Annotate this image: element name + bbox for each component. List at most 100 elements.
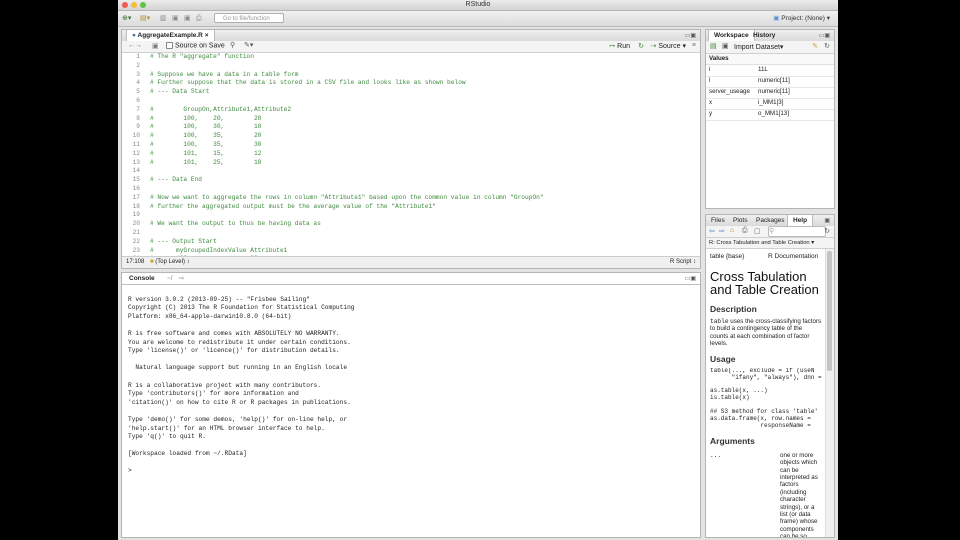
tab-history[interactable]: History — [748, 30, 780, 41]
open-project-icon[interactable]: ▤▾ — [140, 14, 150, 23]
code-line[interactable]: 2 — [122, 62, 700, 71]
clear-workspace-icon[interactable]: ✎ — [812, 42, 818, 50]
values-section-header: Values — [706, 54, 834, 65]
workspace-row[interactable]: l numeric[11] — [706, 76, 834, 88]
line-number: 18 — [132, 202, 140, 210]
code-line[interactable]: 3 # Suppose we have a data in a table for… — [122, 71, 700, 80]
new-file-icon[interactable]: ⊕▾ — [122, 14, 131, 23]
scope-label: (Top Level) — [155, 259, 185, 265]
code-line[interactable]: 1 # The R "aggregate" function — [122, 53, 700, 62]
run-label: Run — [617, 43, 630, 50]
goto-file-input[interactable]: Go to file/function — [214, 13, 284, 23]
pane-minmax-icon[interactable]: ▭▣ — [819, 32, 830, 39]
help-description-heading: Description — [710, 304, 757, 314]
code-line[interactable]: 13 # 101, 25, 18 — [122, 159, 700, 168]
code-line[interactable]: 22 # --- Output Start — [122, 238, 700, 247]
search-icon[interactable]: ⚲ — [230, 41, 235, 49]
menu-icon[interactable]: ≡ — [692, 42, 696, 49]
code-line[interactable]: 5 # --- Data Start — [122, 88, 700, 97]
usage-line: "ifany", "always"), dnn = — [710, 373, 822, 381]
arrow-right-icon[interactable]: ⇨ — [174, 273, 189, 284]
help-argument-row: ... one or more objects which can be int… — [710, 452, 822, 537]
run-button[interactable]: ↦ Run — [609, 42, 630, 50]
code-text: # Now we want to aggregate the rows in c… — [150, 193, 544, 201]
help-scrollbar[interactable] — [825, 249, 834, 537]
code-line[interactable]: 4 # Further suppose that the data is stor… — [122, 79, 700, 88]
tab-help[interactable]: Help — [787, 215, 814, 226]
print-icon[interactable]: ⎙ — [196, 14, 202, 23]
code-line[interactable]: 23 # myGroupedIndexValue Attribute1 — [122, 247, 700, 256]
refresh-icon[interactable]: ↻ — [824, 227, 830, 235]
print-icon[interactable]: ⎙ — [742, 227, 748, 235]
refresh-icon[interactable]: ↻ — [824, 42, 830, 50]
help-topic-select[interactable]: R: Cross Tabulation and Table Creation ▾ — [706, 238, 834, 249]
tab-files[interactable]: Files — [706, 215, 730, 226]
workspace-row[interactable]: i 11L — [706, 65, 834, 77]
code-line[interactable]: 9 # 100, 30, 10 — [122, 123, 700, 132]
back-arrow-icon[interactable]: ⇦ — [709, 227, 715, 235]
popout-icon[interactable]: ▢ — [754, 227, 761, 235]
save-all-icon[interactable]: ▣ — [184, 14, 191, 23]
file-type-selector[interactable]: R Script ↕ — [670, 257, 696, 268]
code-editor[interactable]: 1 # The R "aggregate" function 2 3 # Suppose… — [122, 53, 700, 256]
line-number: 11 — [132, 140, 140, 148]
code-line[interactable]: 19 — [122, 211, 700, 220]
workspace-values-list: i 11L l numeric[11] server_useage numeric[11]… — [706, 65, 834, 208]
workspace-row[interactable]: x i_MM1[3] — [706, 98, 834, 110]
save-workspace-icon[interactable]: ▣ — [722, 42, 729, 50]
cursor-position: 17:108 — [126, 259, 145, 265]
pane-minmax-icon[interactable]: ▣ — [824, 217, 830, 224]
forward-arrow-icon[interactable]: ⇨ — [719, 227, 725, 235]
open-file-icon[interactable]: ▥ — [160, 14, 167, 23]
close-icon[interactable]: × — [203, 32, 209, 39]
load-workspace-icon[interactable]: ▤ — [710, 42, 717, 50]
code-line[interactable]: 15 # --- Data End — [122, 176, 700, 185]
line-number: 4 — [136, 79, 140, 87]
tab-plots[interactable]: Plots — [728, 215, 752, 226]
source-button[interactable]: ⇢ Source ▾ — [651, 42, 686, 50]
import-dataset-button[interactable]: Import Dataset▾ — [734, 43, 783, 51]
project-menu[interactable]: ▣ Project: (None) ▾ — [773, 14, 830, 23]
code-line[interactable]: 17 # Now we want to aggregate the rows in… — [122, 194, 700, 203]
console-prompt[interactable]: > — [128, 467, 694, 476]
save-icon[interactable]: ▣ — [172, 14, 179, 23]
rerun-icon[interactable]: ↻ — [638, 42, 644, 50]
code-line[interactable]: 7 # GroupOn,Attribute1,Attribute2 — [122, 106, 700, 115]
code-line[interactable]: 6 — [122, 97, 700, 106]
back-arrow-icon[interactable]: ←→ — [128, 42, 142, 49]
help-content: table {base} R Documentation Cross Tabul… — [706, 249, 826, 537]
code-line[interactable]: 20 # We want the output to thus be having… — [122, 220, 700, 229]
save-icon[interactable]: ▣ — [152, 42, 159, 50]
code-line[interactable]: 10 # 100, 35, 20 — [122, 132, 700, 141]
code-line[interactable]: 21 — [122, 229, 700, 238]
code-line[interactable]: 11 # 100, 35, 30 — [122, 141, 700, 150]
code-line[interactable]: 12 # 101, 15, 12 — [122, 150, 700, 159]
home-icon[interactable]: ⌂ — [730, 227, 734, 234]
pane-minmax-icon[interactable]: ▭▣ — [685, 275, 696, 282]
workspace-row[interactable]: y o_MM1[13] — [706, 109, 834, 121]
code-line[interactable]: 8 # 100, 20, 20 — [122, 115, 700, 124]
line-number: 2 — [136, 61, 140, 69]
help-topic-label: R: Cross Tabulation and Table Creation — [709, 240, 810, 246]
code-line[interactable]: 18 # further the aggregated output must b… — [122, 203, 700, 212]
code-line[interactable]: 16 — [122, 185, 700, 194]
tab-packages[interactable]: Packages — [751, 215, 790, 226]
source-on-save-checkbox[interactable] — [166, 42, 173, 49]
help-title: Cross Tabulation and Table Creation — [710, 269, 819, 297]
console-output[interactable]: R version 3.0.2 (2013-09-25) -- "Frisbee… — [128, 287, 694, 533]
pane-minmax-icon[interactable]: ▭▣ — [685, 32, 696, 39]
source-on-save-label: Source on Save — [174, 42, 225, 50]
code-tools-icon[interactable]: ✎▾ — [244, 41, 253, 49]
usage-line: responseName = — [710, 421, 811, 429]
workspace-row[interactable]: server_useage numeric[11] — [706, 87, 834, 99]
help-search-input[interactable]: ⚲ — [768, 226, 826, 237]
source-on-save-toggle[interactable]: Source on Save — [166, 42, 225, 49]
variable-value: 11L — [758, 66, 768, 73]
tab-aggregate-example[interactable]: ● AggregateExample.R × — [126, 30, 215, 41]
code-line[interactable]: 14 — [122, 167, 700, 176]
scope-selector[interactable]: ■ (Top Level) ↕ — [150, 257, 190, 268]
console-tab[interactable]: Console — [124, 273, 160, 284]
help-scroll-thumb[interactable] — [827, 251, 832, 371]
help-usage-code: table(..., exclude = if (useN "ifany", "… — [710, 368, 822, 430]
